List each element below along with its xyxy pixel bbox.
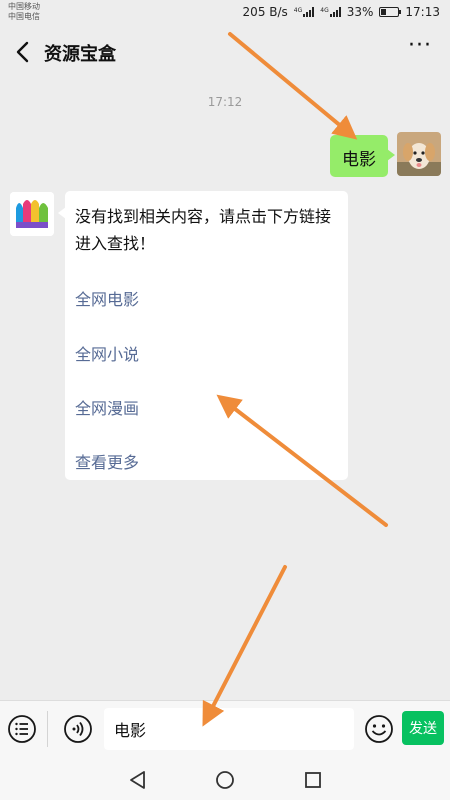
incoming-message-text: 没有找到相关内容，请点击下方链接进入查找！	[75, 207, 332, 253]
bot-avatar[interactable]	[10, 192, 54, 236]
link-comics[interactable]: 全网漫画	[75, 395, 139, 419]
arrow-to-input	[202, 565, 287, 727]
page-title: 资源宝盒	[44, 44, 116, 65]
link-novels[interactable]: 全网小说	[75, 341, 139, 365]
more-dots-icon[interactable]: ···	[406, 35, 434, 64]
link-movies[interactable]: 全网电影	[75, 286, 139, 310]
outgoing-message-bubble[interactable]: 电影	[330, 135, 395, 177]
list-menu-icon[interactable]	[7, 714, 37, 744]
chat-header: 资源宝盒 ···	[0, 26, 450, 78]
network-speed: 205 B/s	[242, 5, 288, 19]
battery-percent: 33%	[346, 5, 374, 19]
status-right: 205 B/s 4G 4G 33% 17:13	[243, 5, 440, 19]
signal-bars-icon	[329, 7, 341, 17]
battery-icon	[379, 7, 402, 17]
carrier-info: 中国移动 中国电信	[8, 2, 40, 22]
carrier-2: 中国电信	[8, 12, 40, 21]
input-bar: 发送	[0, 700, 450, 758]
triangle-back-icon[interactable]	[127, 769, 149, 791]
square-recent-icon[interactable]	[303, 770, 323, 790]
signal-1: 4G	[293, 7, 315, 17]
puppy-photo-icon	[397, 132, 441, 176]
user-avatar[interactable]	[397, 132, 441, 176]
divider	[47, 711, 48, 747]
smiley-icon[interactable]	[364, 714, 394, 744]
link-more[interactable]: 查看更多	[75, 449, 139, 473]
signal-bars-icon	[303, 7, 315, 17]
signal-2: 4G	[320, 7, 341, 17]
status-bar: 中国移动 中国电信 205 B/s 4G 4G 33% 17:13	[0, 0, 450, 26]
send-button[interactable]: 发送	[402, 711, 444, 745]
circle-home-icon[interactable]	[214, 769, 236, 791]
signal-2-label: 4G	[320, 7, 329, 14]
voice-icon[interactable]	[63, 714, 93, 744]
chat-timestamp: 17:12	[207, 95, 243, 109]
clock: 17:13	[405, 5, 440, 19]
system-nav-bar	[0, 758, 450, 800]
battery-fill	[381, 9, 387, 15]
carrier-1: 中国移动	[8, 2, 40, 11]
message-input[interactable]	[104, 708, 354, 750]
signal-1-label: 4G	[293, 7, 303, 14]
colorful-app-logo-icon	[10, 192, 54, 236]
chevron-left-icon[interactable]	[10, 38, 36, 66]
incoming-message-bubble: 没有找到相关内容，请点击下方链接进入查找！ 全网电影 全网小说 全网漫画 查看更…	[58, 191, 348, 480]
